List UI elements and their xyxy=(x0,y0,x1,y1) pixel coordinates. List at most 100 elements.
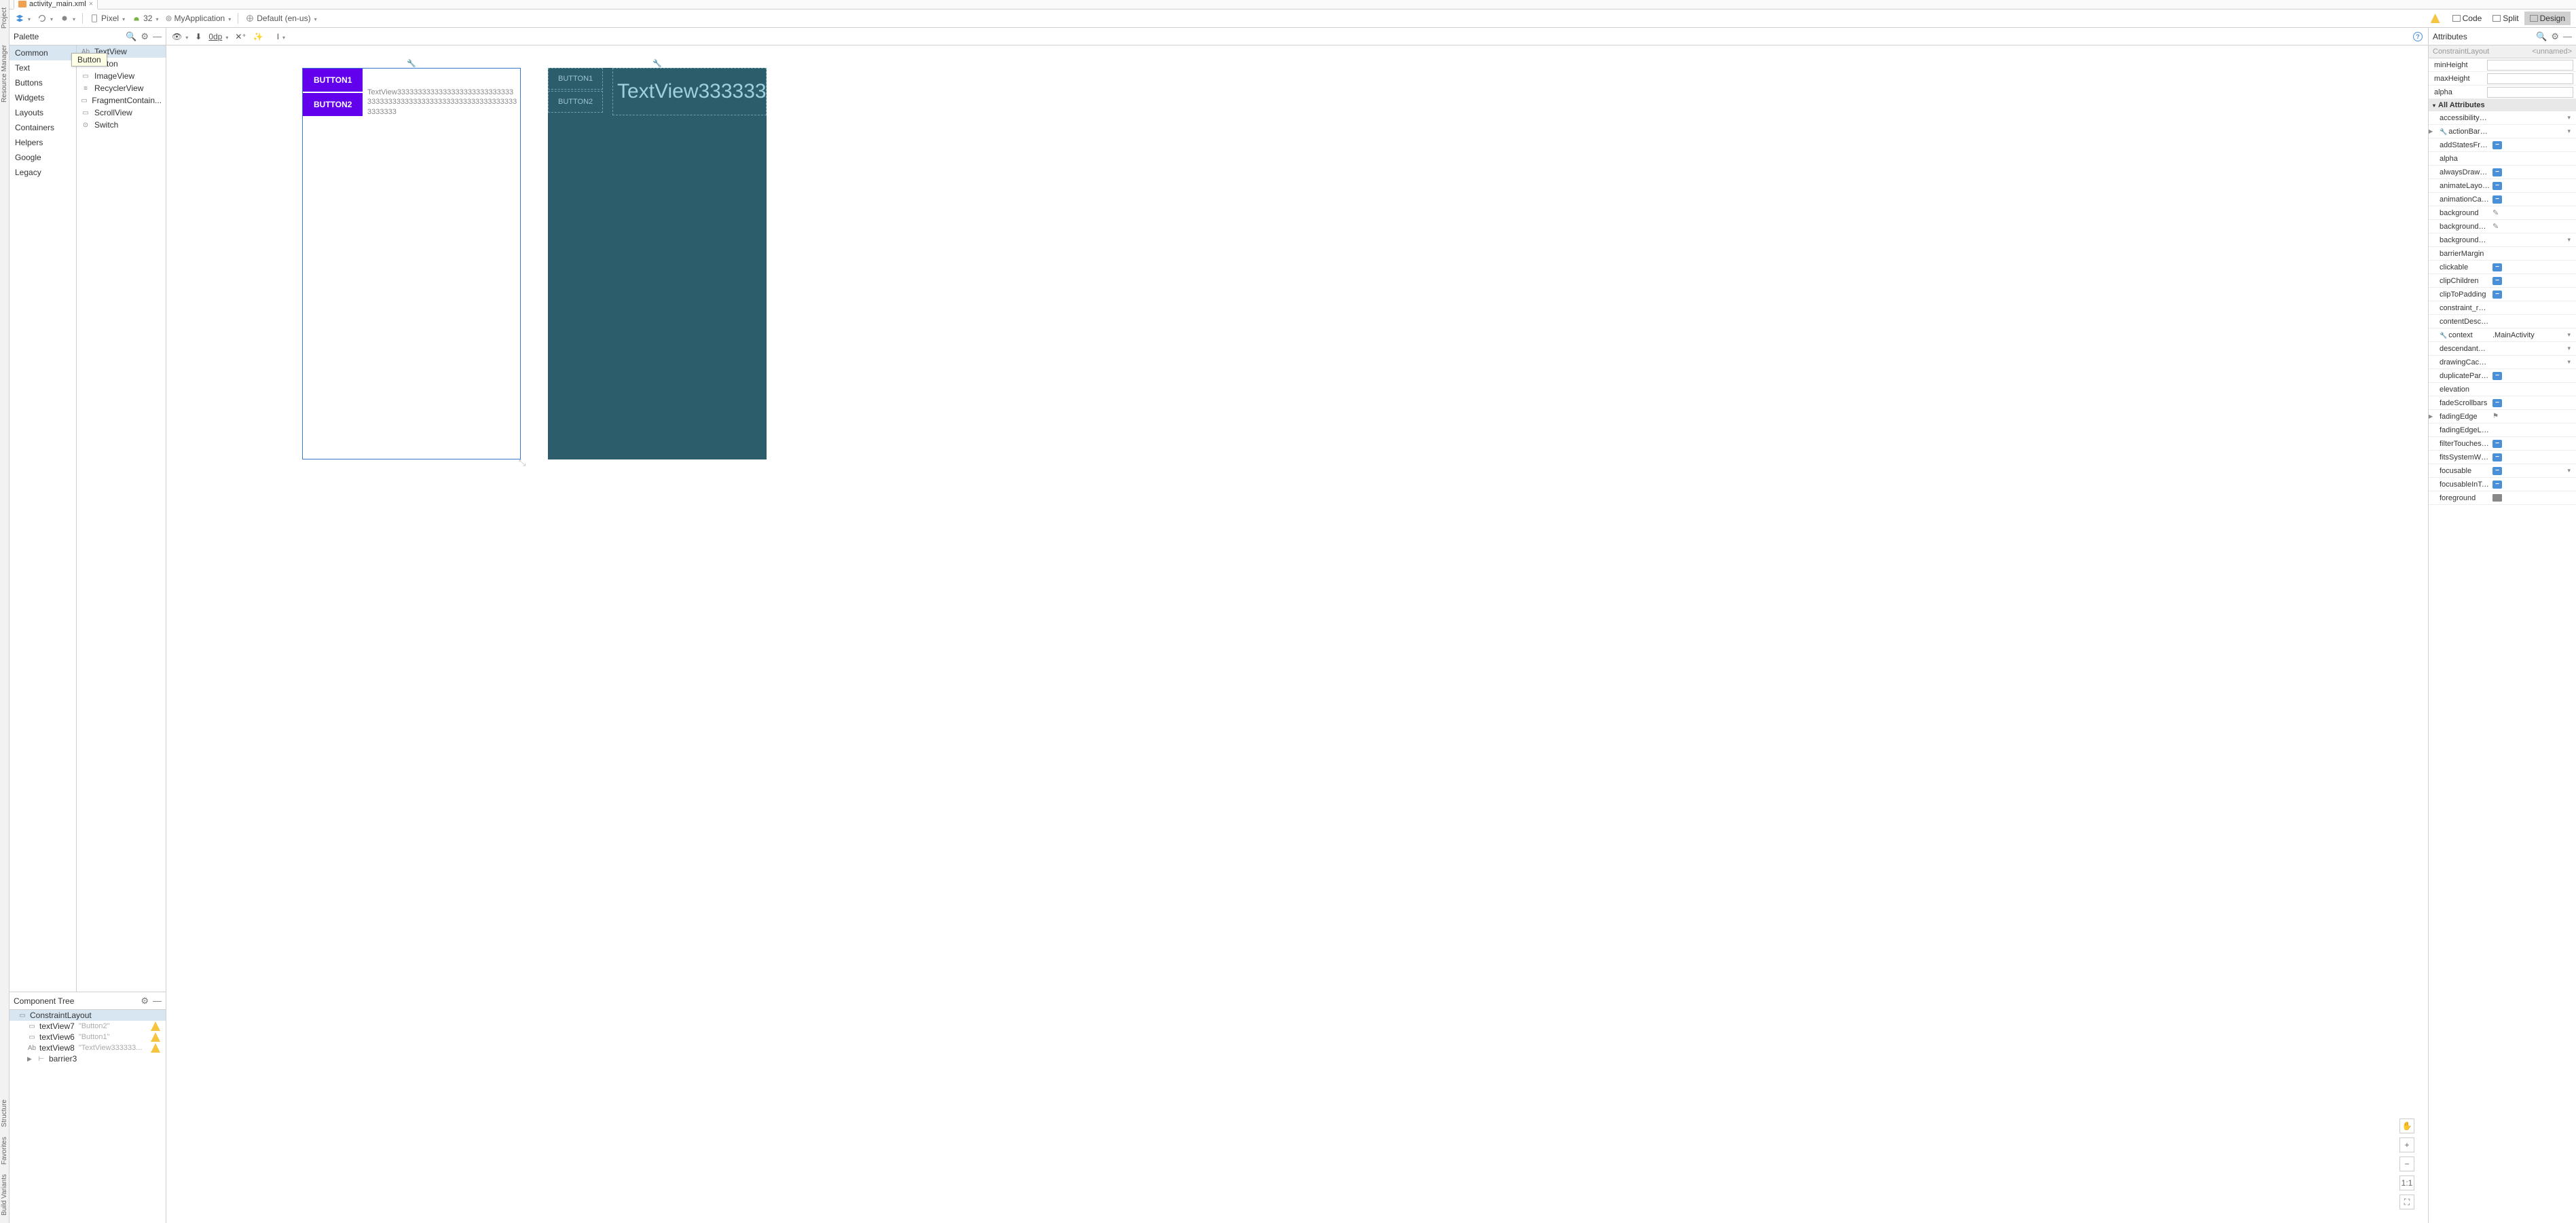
attr-input[interactable] xyxy=(2487,73,2573,84)
palette-category[interactable]: Layouts xyxy=(10,105,76,120)
tree-node[interactable]: ▭textView7"Button2" xyxy=(10,1021,166,1032)
clear-constraints-button[interactable]: ✕⁺ xyxy=(235,32,246,41)
palette-category[interactable]: Containers xyxy=(10,120,76,135)
locale-selector[interactable]: Default (en-us) xyxy=(245,14,316,23)
bool-badge[interactable] xyxy=(2492,467,2502,475)
palette-item[interactable]: ⊙Switch xyxy=(77,119,166,131)
palette-category[interactable]: Common xyxy=(10,45,76,60)
magnet-button[interactable]: ⬇ xyxy=(195,32,202,41)
orientation-toggle[interactable] xyxy=(37,14,53,23)
minimize-icon[interactable]: — xyxy=(153,996,162,1006)
close-tab-icon[interactable]: × xyxy=(89,0,93,8)
blueprint-button2[interactable]: BUTTON2 xyxy=(548,91,603,113)
search-icon[interactable]: 🔍 xyxy=(126,31,136,42)
sidebar-tab-build-variants[interactable]: Build Variants xyxy=(0,1170,9,1220)
tree-node[interactable]: ▶⊢barrier3 xyxy=(10,1053,166,1064)
sidebar-tab-structure[interactable]: Structure xyxy=(0,1095,9,1131)
bool-badge[interactable] xyxy=(2492,453,2502,462)
palette-item[interactable]: ≡RecyclerView xyxy=(77,82,166,94)
chevron-down-icon[interactable]: ▾ xyxy=(2567,467,2573,474)
bool-badge[interactable] xyxy=(2492,168,2502,176)
chevron-down-icon[interactable]: ▾ xyxy=(2567,114,2573,121)
attributes-section-header[interactable]: All Attributes xyxy=(2429,99,2576,111)
palette-category[interactable]: Text xyxy=(10,60,76,75)
edit-icon[interactable]: ✎ xyxy=(2492,208,2499,217)
chevron-right-icon[interactable]: ▶ xyxy=(2429,413,2434,419)
chevron-down-icon[interactable]: ▾ xyxy=(2567,358,2573,366)
chevron-down-icon[interactable]: ▾ xyxy=(2567,345,2573,352)
zoom-reset-button[interactable]: ⛶ xyxy=(2399,1194,2414,1209)
bool-badge[interactable] xyxy=(2492,440,2502,448)
tree-node[interactable]: AbtextView8"TextView333333... xyxy=(10,1042,166,1053)
sidebar-tab-favorites[interactable]: Favorites xyxy=(0,1133,9,1169)
chevron-down-icon[interactable]: ▾ xyxy=(2567,128,2573,135)
minimize-icon[interactable]: — xyxy=(2563,31,2572,41)
blueprint-button1[interactable]: BUTTON1 xyxy=(548,68,603,90)
design-preview[interactable]: BUTTON1 BUTTON2 TextView3333333333333333… xyxy=(302,68,521,459)
palette-item[interactable]: ▭FragmentContain... xyxy=(77,94,166,107)
bool-badge[interactable] xyxy=(2492,182,2502,190)
flag-icon[interactable]: ⚑ xyxy=(2492,413,2499,420)
infer-constraints-button[interactable]: ✨ xyxy=(253,32,263,41)
attr-input[interactable] xyxy=(2487,87,2573,98)
tree-node[interactable]: ▭textView6"Button1" xyxy=(10,1032,166,1042)
design-surface-toggle[interactable] xyxy=(15,14,31,23)
edit-icon[interactable]: ✎ xyxy=(2492,222,2499,231)
bool-badge[interactable] xyxy=(2492,372,2502,380)
zoom-out-button[interactable]: − xyxy=(2399,1156,2414,1171)
canvas-area[interactable]: 🔧 BUTTON1 BUTTON2 TextView33333333333333… xyxy=(166,45,2428,1223)
view-mode-code[interactable]: Code xyxy=(2447,12,2488,25)
gear-icon[interactable]: ⚙ xyxy=(141,996,149,1006)
chevron-right-icon[interactable]: ▶ xyxy=(2429,128,2434,134)
help-icon[interactable]: ? xyxy=(2413,32,2423,41)
palette-category[interactable]: Widgets xyxy=(10,90,76,105)
warning-icon[interactable] xyxy=(2431,14,2440,23)
bool-badge[interactable] xyxy=(2492,195,2502,204)
tree-node[interactable]: ▭ConstraintLayout xyxy=(10,1010,166,1021)
preview-button2[interactable]: BUTTON2 xyxy=(303,93,363,116)
minimize-icon[interactable]: — xyxy=(153,31,162,41)
view-mode-design[interactable]: Design xyxy=(2524,12,2571,25)
warning-icon[interactable] xyxy=(151,1021,160,1031)
attr-value[interactable]: .MainActivity xyxy=(2492,331,2535,339)
bool-badge[interactable] xyxy=(2492,290,2502,299)
preview-button1[interactable]: BUTTON1 xyxy=(303,69,363,92)
gear-icon[interactable]: ⚙ xyxy=(2551,31,2559,42)
theme-selector[interactable]: ⊚ MyApplication xyxy=(165,14,231,23)
bool-badge[interactable] xyxy=(2492,277,2502,285)
chevron-down-icon[interactable]: ▾ xyxy=(2567,331,2573,339)
night-mode-toggle[interactable] xyxy=(60,14,75,23)
wrench-icon[interactable]: 🔧 xyxy=(302,59,521,68)
resize-handle-icon[interactable]: ⤡ xyxy=(519,457,528,467)
sidebar-tab-project[interactable]: Project xyxy=(0,3,9,33)
palette-category[interactable]: Helpers xyxy=(10,135,76,150)
wrench-icon[interactable]: 🔧 xyxy=(548,59,767,68)
bool-badge[interactable] xyxy=(2492,399,2502,407)
palette-category[interactable]: Legacy xyxy=(10,165,76,180)
sidebar-tab-resource-manager[interactable]: Resource Manager xyxy=(0,41,9,107)
zoom-fit-button[interactable]: 1:1 xyxy=(2399,1175,2414,1190)
default-margin-button[interactable]: 0dp xyxy=(208,32,228,41)
guidelines-button[interactable]: I xyxy=(277,32,285,41)
chevron-down-icon[interactable]: ▾ xyxy=(2567,236,2573,244)
preview-textview[interactable]: TextView33333333333333333333333333333333… xyxy=(367,88,517,117)
blueprint-textview[interactable]: TextView333333 xyxy=(612,68,767,115)
palette-item[interactable]: ▭ImageView xyxy=(77,70,166,82)
bool-badge[interactable] xyxy=(2492,263,2502,271)
view-options-button[interactable]: 👁 xyxy=(172,32,188,41)
palette-item[interactable]: ▭Button xyxy=(77,58,166,70)
warning-icon[interactable] xyxy=(151,1032,160,1042)
zoom-in-button[interactable]: + xyxy=(2399,1137,2414,1152)
device-selector[interactable]: Pixel xyxy=(90,14,125,23)
blueprint-preview[interactable]: BUTTON1 BUTTON2 TextView333333 xyxy=(548,68,767,459)
palette-category[interactable]: Buttons xyxy=(10,75,76,90)
chevron-right-icon[interactable]: ▶ xyxy=(27,1055,34,1063)
palette-item[interactable]: AbTextView xyxy=(77,45,166,58)
palette-category[interactable]: Google xyxy=(10,150,76,165)
bool-badge[interactable] xyxy=(2492,141,2502,149)
warning-icon[interactable] xyxy=(151,1043,160,1053)
attr-input[interactable] xyxy=(2487,60,2573,71)
image-icon[interactable] xyxy=(2492,494,2502,502)
pan-button[interactable]: ✋ xyxy=(2399,1118,2414,1133)
palette-item[interactable]: ▭ScrollView xyxy=(77,107,166,119)
